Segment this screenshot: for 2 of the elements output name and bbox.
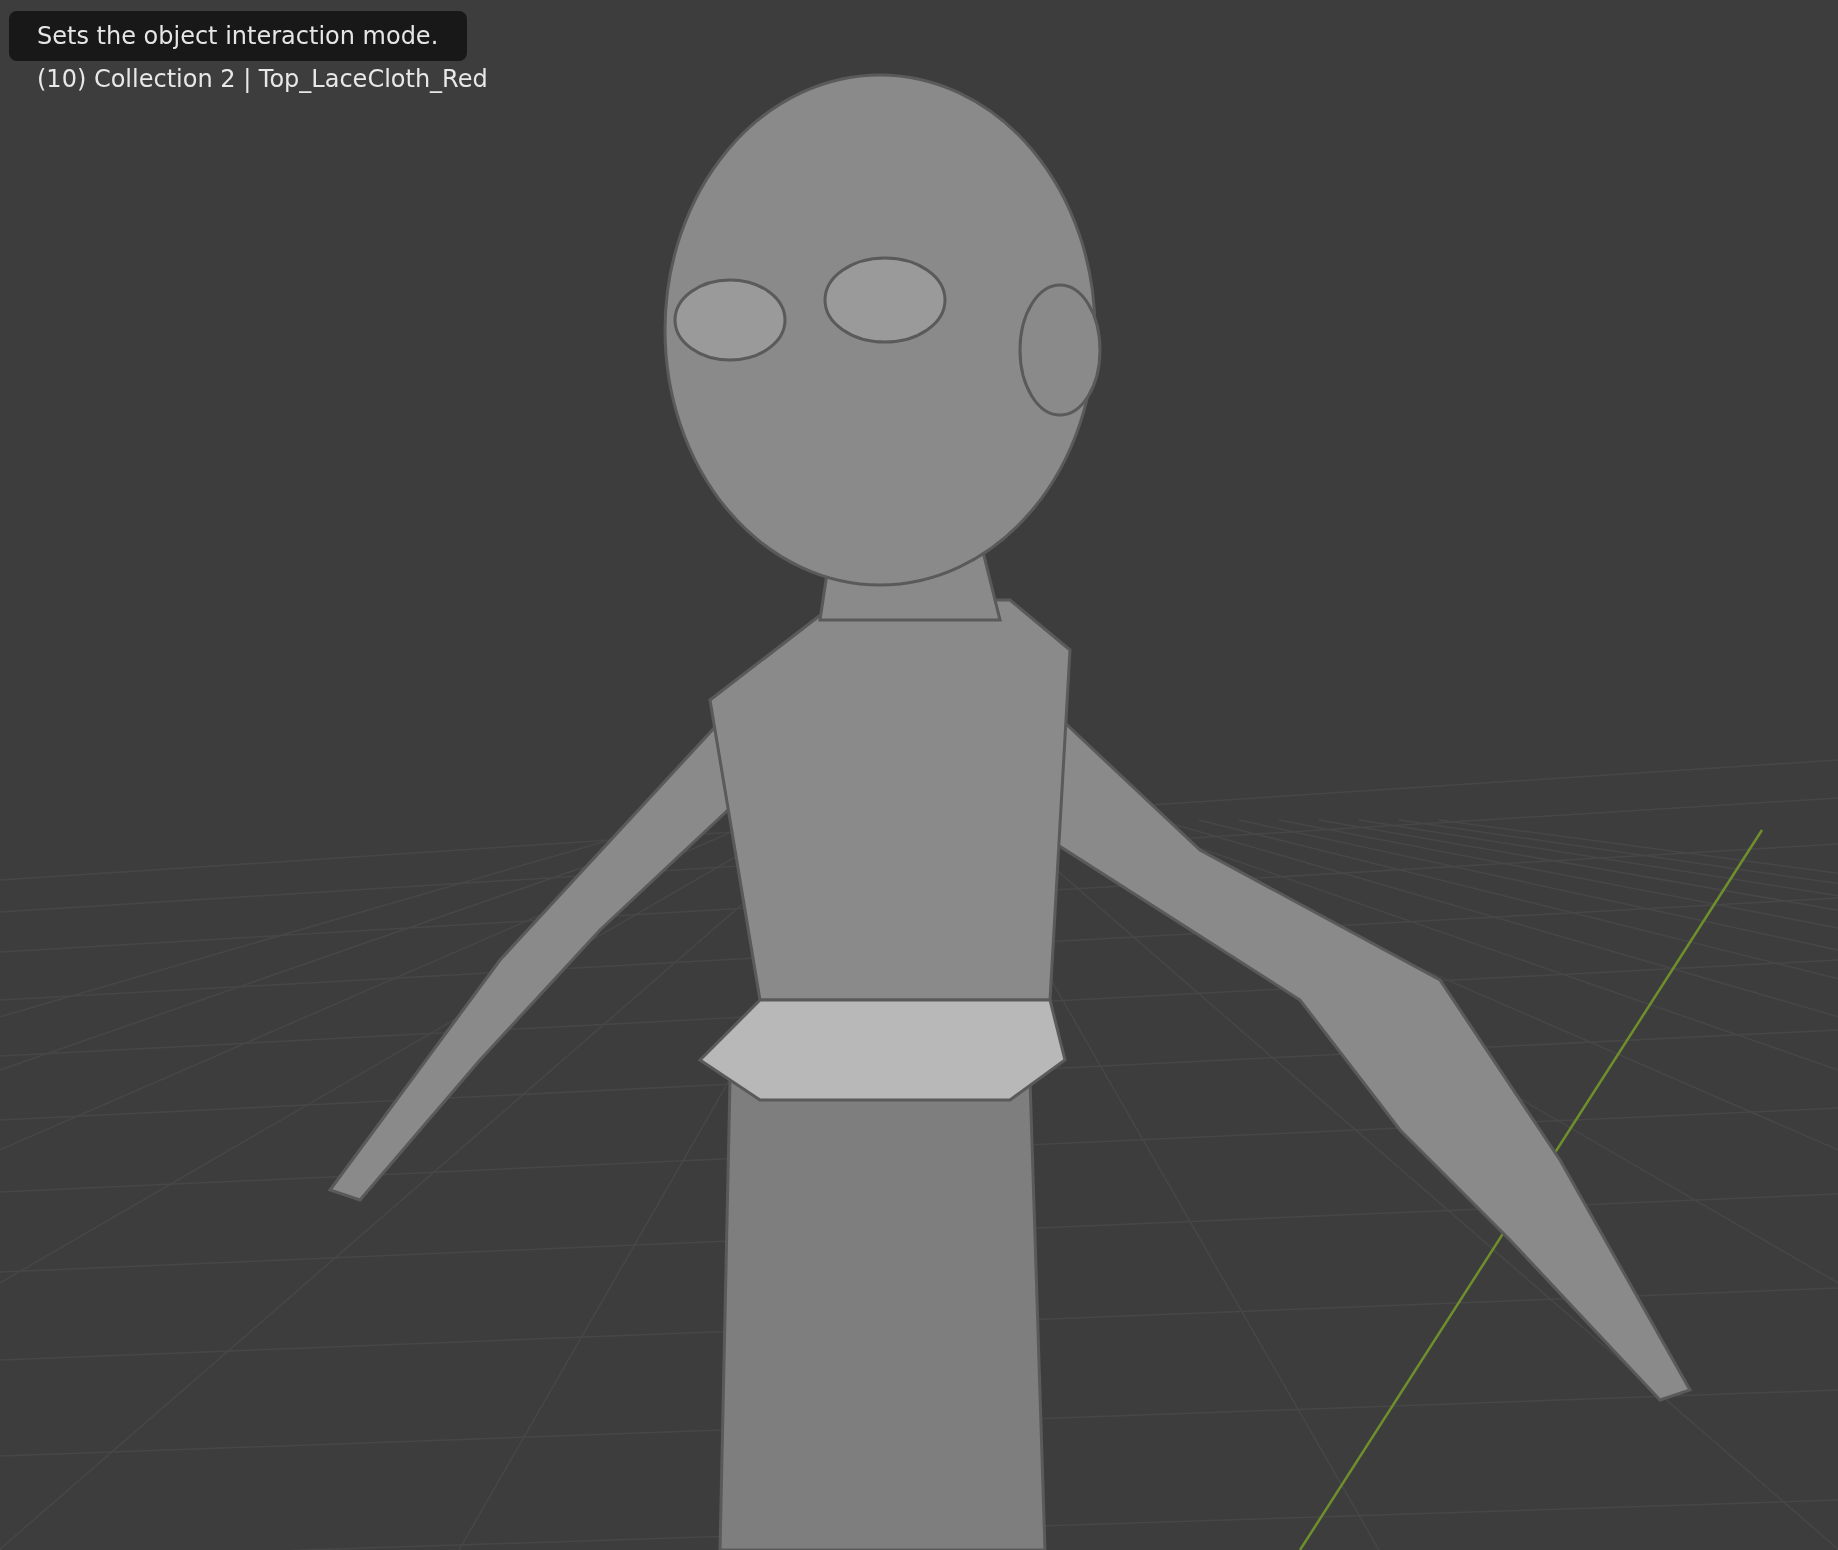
tooltip-text: Sets the object interaction mode. [37, 22, 439, 50]
object-info-label: (10) Collection 2 | Top_LaceCloth_Red [37, 66, 488, 93]
